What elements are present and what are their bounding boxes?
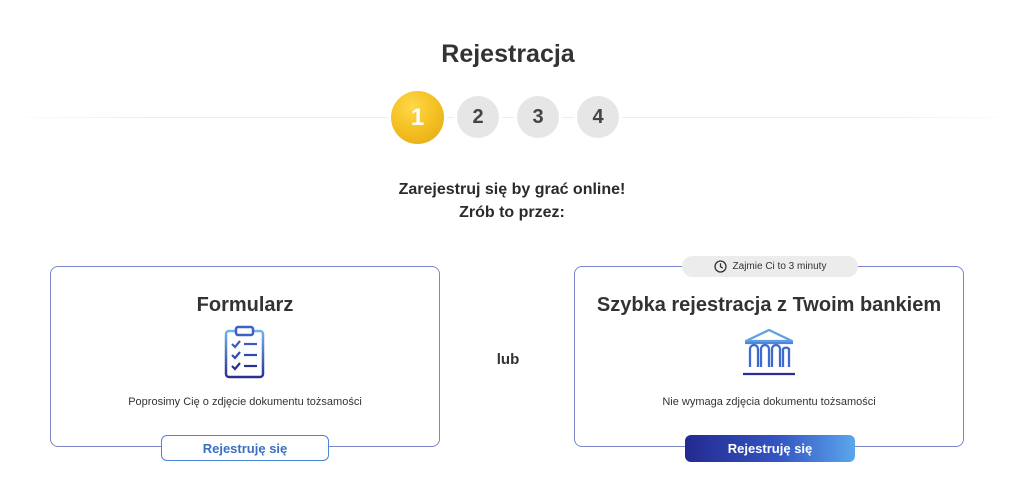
clock-icon [713,260,727,273]
bank-register-button[interactable]: Rejestruję się [685,435,855,462]
form-card-title: Formularz [196,294,294,316]
intro-text: Zarejestruj się by grać online! Zrób to … [0,178,1024,224]
form-registration-card[interactable]: Formularz Poprosimy Cię o zdjęcie dokume… [50,266,440,447]
form-card-description: Poprosimy Cię o zdjęcie dokumentu tożsam… [128,396,362,408]
time-estimate-text: Zajmie Ci to 3 minuty [732,261,827,272]
or-separator: lub [496,351,520,368]
bank-icon [742,327,796,382]
step-3[interactable]: 3 [517,96,559,138]
step-4[interactable]: 4 [577,96,619,138]
intro-line-2: Zrób to przez: [459,204,565,221]
bank-card-description: Nie wymaga zdjęcia dokumentu tożsamości [662,396,876,408]
registration-stepper: 1 2 3 4 [0,0,1024,150]
step-1[interactable]: 1 [391,91,444,144]
step-2[interactable]: 2 [457,96,499,138]
form-register-button[interactable]: Rejestruję się [161,435,329,461]
clipboard-checklist-icon [223,325,267,384]
bank-registration-card[interactable]: Szybka rejestracja z Twoim bankiem Nie w… [574,266,964,447]
bank-card-title: Szybka rejestracja z Twoim bankiem [596,294,942,316]
time-estimate-badge: Zajmie Ci to 3 minuty [682,256,858,277]
intro-line-1: Zarejestruj się by grać online! [398,181,626,198]
